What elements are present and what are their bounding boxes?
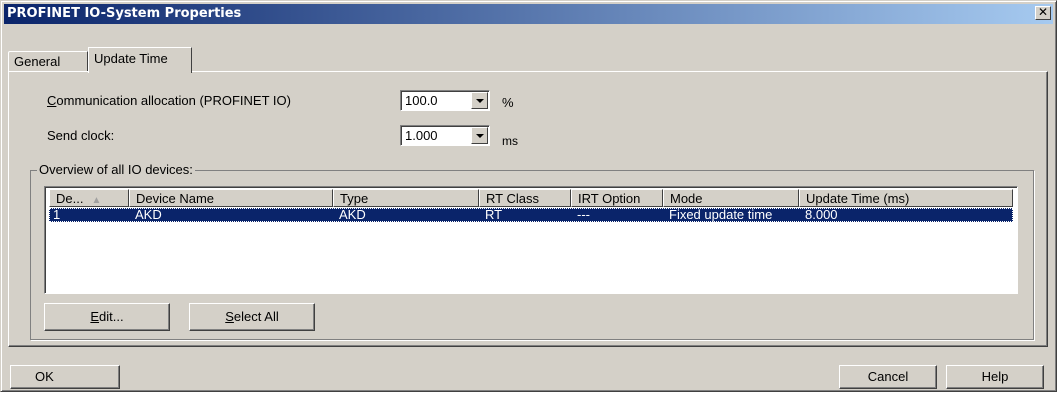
cell-update-time: 8.000 xyxy=(805,207,838,222)
column-header-type[interactable]: Type xyxy=(333,189,479,207)
title-bar[interactable]: PROFINET IO-System Properties ✕ xyxy=(4,4,1053,24)
cell-type: AKD xyxy=(339,207,366,222)
communication-allocation-value: 100.0 xyxy=(405,93,438,108)
dialog-window: PROFINET IO-System Properties ✕ General … xyxy=(0,0,1057,392)
send-clock-unit: ms xyxy=(502,134,518,148)
sort-ascending-icon: ▲ xyxy=(91,195,102,206)
column-header-rt-class[interactable]: RT Class xyxy=(479,189,571,207)
cell-rt-class: RT xyxy=(485,207,503,222)
select-all-button[interactable]: Select All xyxy=(189,303,315,331)
chevron-down-icon[interactable] xyxy=(471,127,488,144)
send-clock-label: Send clock: xyxy=(47,128,115,143)
overview-title: Overview of all IO devices: xyxy=(37,162,195,177)
io-devices-list[interactable]: De... ▲ Device Name Type RT Class IRT Opt… xyxy=(44,186,1018,294)
tab-update-time-label: Update Time xyxy=(94,51,168,66)
cell-mode: Fixed update time xyxy=(669,207,773,222)
cell-device-name: AKD xyxy=(135,207,162,222)
send-clock-dropdown[interactable]: 1.000 xyxy=(400,125,490,146)
table-row[interactable]: 1 AKD AKD RT --- Fixed update time 8.000 xyxy=(49,208,1013,222)
column-header-mode[interactable]: Mode xyxy=(663,189,799,207)
cancel-button[interactable]: Cancel xyxy=(839,365,937,389)
cell-device-number: 1 xyxy=(53,207,61,222)
cell-irt-option: --- xyxy=(577,207,590,222)
tab-update-time[interactable]: Update Time xyxy=(88,47,192,73)
ok-button[interactable]: OK xyxy=(10,365,120,389)
window-title: PROFINET IO-System Properties xyxy=(7,6,242,21)
tab-general-label: General xyxy=(14,54,61,69)
tab-general[interactable]: General xyxy=(8,51,88,71)
communication-unit: % xyxy=(502,95,514,110)
communication-allocation-label: Communication allocation (PROFINET IO) xyxy=(47,93,291,108)
chevron-down-icon[interactable] xyxy=(471,92,488,109)
column-header-update-time[interactable]: Update Time (ms) xyxy=(799,189,1013,207)
column-header-irt-option[interactable]: IRT Option xyxy=(571,189,663,207)
send-clock-value: 1.000 xyxy=(405,128,438,143)
column-header-device-number[interactable]: De... ▲ xyxy=(49,189,129,207)
help-button[interactable]: Help xyxy=(946,365,1044,389)
column-header-device-name[interactable]: Device Name xyxy=(129,189,333,207)
close-icon[interactable]: ✕ xyxy=(1035,6,1051,20)
communication-allocation-dropdown[interactable]: 100.0 xyxy=(400,90,490,111)
edit-button[interactable]: Edit... xyxy=(44,303,170,331)
